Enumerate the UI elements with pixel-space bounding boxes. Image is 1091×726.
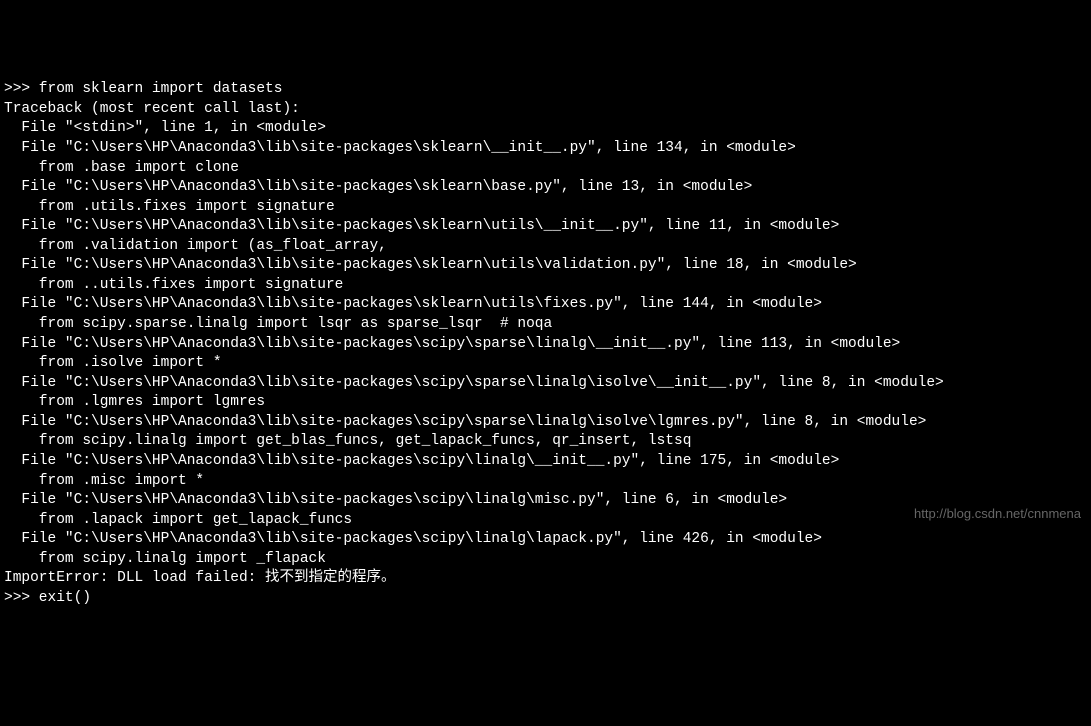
terminal-output[interactable]: >>> from sklearn import datasetsTracebac… [4, 80, 1087, 608]
terminal-line: File "C:\Users\HP\Anaconda3\lib\site-pac… [4, 452, 1087, 472]
terminal-line: from .isolve import * [4, 354, 1087, 374]
terminal-line: from scipy.linalg import _flapack [4, 550, 1087, 570]
terminal-line: from scipy.linalg import get_blas_funcs,… [4, 432, 1087, 452]
terminal-line: from ..utils.fixes import signature [4, 276, 1087, 296]
terminal-line: File "C:\Users\HP\Anaconda3\lib\site-pac… [4, 139, 1087, 159]
terminal-line: from .validation import (as_float_array, [4, 237, 1087, 257]
terminal-line: from .utils.fixes import signature [4, 198, 1087, 218]
terminal-line: File "C:\Users\HP\Anaconda3\lib\site-pac… [4, 256, 1087, 276]
terminal-line: File "C:\Users\HP\Anaconda3\lib\site-pac… [4, 374, 1087, 394]
watermark-text: http://blog.csdn.net/cnnmena [914, 505, 1081, 523]
terminal-line: File "C:\Users\HP\Anaconda3\lib\site-pac… [4, 335, 1087, 355]
terminal-line: Traceback (most recent call last): [4, 100, 1087, 120]
terminal-line: >>> exit() [4, 589, 1087, 609]
terminal-line: File "C:\Users\HP\Anaconda3\lib\site-pac… [4, 178, 1087, 198]
terminal-line: from .base import clone [4, 159, 1087, 179]
terminal-line: File "<stdin>", line 1, in <module> [4, 119, 1087, 139]
terminal-line: >>> from sklearn import datasets [4, 80, 1087, 100]
terminal-line: File "C:\Users\HP\Anaconda3\lib\site-pac… [4, 530, 1087, 550]
terminal-line: File "C:\Users\HP\Anaconda3\lib\site-pac… [4, 295, 1087, 315]
terminal-line: from .lgmres import lgmres [4, 393, 1087, 413]
terminal-line: from .misc import * [4, 472, 1087, 492]
terminal-line: from scipy.sparse.linalg import lsqr as … [4, 315, 1087, 335]
terminal-line: ImportError: DLL load failed: 找不到指定的程序。 [4, 569, 1087, 589]
terminal-line: File "C:\Users\HP\Anaconda3\lib\site-pac… [4, 413, 1087, 433]
terminal-line: File "C:\Users\HP\Anaconda3\lib\site-pac… [4, 217, 1087, 237]
